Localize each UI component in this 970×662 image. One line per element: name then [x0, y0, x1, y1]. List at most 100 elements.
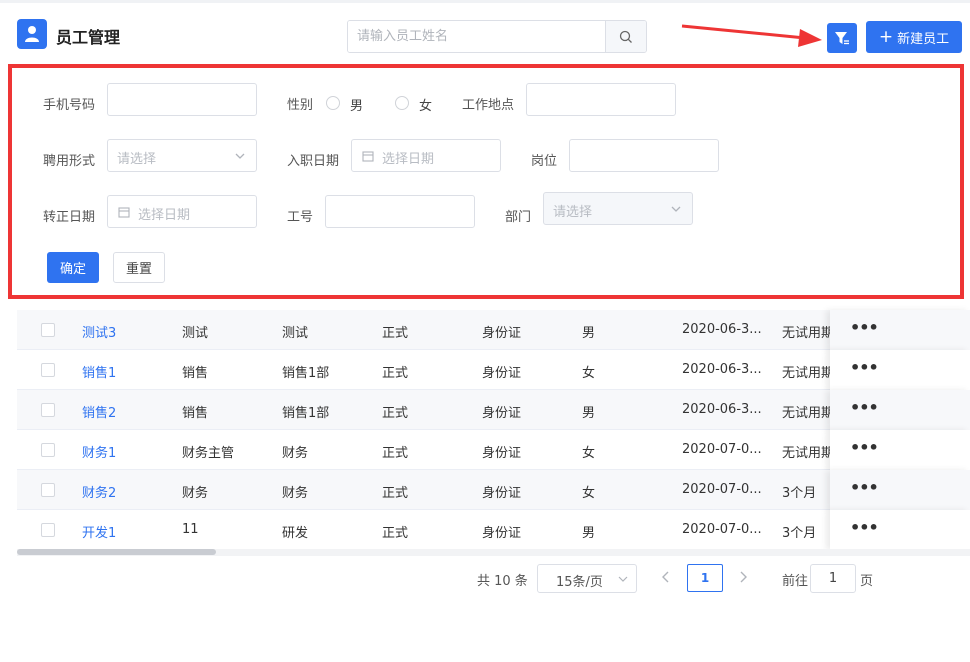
position-cell: 财务主管 — [182, 446, 235, 461]
id-type-cell: 身份证 — [482, 326, 522, 341]
horizontal-scrollbar-thumb[interactable] — [17, 549, 216, 555]
row-checkbox[interactable] — [41, 323, 55, 337]
plus-icon: + — [878, 26, 894, 47]
position-cell: 测试 — [182, 326, 209, 341]
chevron-down-icon — [235, 153, 245, 159]
probation-cell: 3个月 — [782, 486, 817, 501]
page-number-current[interactable]: 1 — [687, 564, 723, 592]
chevron-down-icon — [618, 576, 628, 582]
row-actions: ••• — [830, 470, 970, 510]
regular-date-picker[interactable]: 选择日期 — [107, 195, 257, 228]
department-cell: 测试 — [282, 326, 309, 341]
hire-form-label: 聘用形式 — [43, 154, 96, 169]
search-input[interactable] — [348, 21, 605, 52]
id-type-cell: 身份证 — [482, 406, 522, 421]
join-date-placeholder: 选择日期 — [382, 152, 435, 167]
table-row: 财务1 财务主管 财务 正式 身份证 女 2020-07-0... 无试用期 ••• — [17, 430, 970, 470]
filter-toggle-button[interactable] — [827, 23, 857, 53]
page-size-value: 15条/页 — [556, 575, 603, 590]
more-actions-icon[interactable]: ••• — [850, 478, 879, 497]
department-cell: 研发 — [282, 526, 309, 541]
employee-name-link[interactable]: 销售1 — [82, 362, 116, 381]
regular-date-label: 转正日期 — [43, 210, 96, 225]
hire-form-cell: 正式 — [382, 486, 409, 501]
employee-name-link[interactable]: 开发1 — [82, 522, 116, 541]
gender-cell: 女 — [582, 446, 596, 461]
employee-name-link[interactable]: 测试3 — [82, 322, 116, 341]
position-cell: 11 — [182, 522, 199, 537]
prev-page-icon[interactable] — [661, 570, 671, 584]
row-checkbox[interactable] — [41, 403, 55, 417]
row-checkbox[interactable] — [41, 523, 55, 537]
goto-page-input[interactable] — [810, 564, 856, 593]
phone-input[interactable] — [107, 83, 257, 116]
position-input[interactable] — [569, 139, 719, 172]
row-checkbox[interactable] — [41, 443, 55, 457]
gender-cell: 男 — [582, 526, 596, 541]
more-actions-icon[interactable]: ••• — [850, 518, 879, 537]
confirm-button[interactable]: 确定 — [47, 252, 99, 283]
search-button[interactable] — [605, 21, 646, 52]
location-input[interactable] — [526, 83, 676, 116]
hire-form-cell: 正式 — [382, 406, 409, 421]
department-select[interactable]: 请选择 — [543, 192, 693, 225]
row-checkbox[interactable] — [41, 363, 55, 377]
table-row: 财务2 财务 财务 正式 身份证 女 2020-07-0... 3个月 ••• — [17, 470, 970, 510]
department-cell: 销售1部 — [282, 366, 330, 381]
page-suffix-label: 页 — [860, 574, 874, 589]
phone-label: 手机号码 — [43, 98, 96, 113]
position-cell: 销售 — [182, 366, 209, 381]
table-row: 销售2 销售 销售1部 正式 身份证 男 2020-06-3... 无试用期 ••• — [17, 390, 970, 430]
table-row: 测试3 测试 测试 正式 身份证 男 2020-06-3... 无试用期 ••• — [17, 310, 970, 350]
hire-form-cell: 正式 — [382, 366, 409, 381]
id-type-cell: 身份证 — [482, 446, 522, 461]
join-date-label: 入职日期 — [287, 154, 340, 169]
hire-form-select[interactable]: 请选择 — [107, 139, 257, 172]
employee-no-input[interactable] — [325, 195, 475, 228]
join-date-picker[interactable]: 选择日期 — [351, 139, 501, 172]
more-actions-icon[interactable]: ••• — [850, 318, 879, 337]
gender-male-radio[interactable] — [326, 96, 340, 110]
id-type-cell: 身份证 — [482, 366, 522, 381]
gender-male-label: 男 — [350, 99, 364, 114]
calendar-icon — [362, 151, 374, 162]
probation-cell: 无试用期 — [782, 366, 830, 381]
next-page-icon[interactable] — [738, 570, 748, 584]
more-actions-icon[interactable]: ••• — [850, 438, 879, 457]
row-checkbox[interactable] — [41, 483, 55, 497]
reset-button[interactable]: 重置 — [113, 252, 165, 283]
position-cell: 财务 — [182, 486, 209, 501]
table-row: 销售1 销售 销售1部 正式 身份证 女 2020-06-3... 无试用期 ••• — [17, 350, 970, 390]
annotation-arrow — [681, 24, 822, 47]
gender-cell: 男 — [582, 406, 596, 421]
table-row: 开发1 11 研发 正式 身份证 男 2020-07-0... 3个月 ••• — [17, 510, 970, 550]
more-actions-icon[interactable]: ••• — [850, 398, 879, 417]
row-actions: ••• — [830, 390, 970, 430]
location-label: 工作地点 — [462, 98, 515, 113]
join-date-cell: 2020-07-0... — [682, 482, 762, 497]
page-title: 员工管理 — [56, 28, 121, 47]
more-actions-icon[interactable]: ••• — [850, 358, 879, 377]
department-placeholder: 请选择 — [553, 205, 593, 220]
employee-name-link[interactable]: 财务2 — [82, 482, 116, 501]
user-icon — [17, 19, 47, 49]
new-employee-button[interactable]: + 新建员工 — [866, 21, 962, 53]
gender-cell: 女 — [582, 366, 596, 381]
gender-label: 性别 — [287, 98, 314, 113]
id-type-cell: 身份证 — [482, 486, 522, 501]
id-type-cell: 身份证 — [482, 526, 522, 541]
gender-female-radio[interactable] — [395, 96, 409, 110]
page-size-select[interactable]: 15条/页 — [537, 564, 637, 593]
hire-form-cell: 正式 — [382, 326, 409, 341]
filter-icon — [835, 32, 849, 45]
pagination-total: 共 10 条 — [477, 574, 528, 589]
employee-name-link[interactable]: 销售2 — [82, 402, 116, 421]
gender-cell: 女 — [582, 486, 596, 501]
search-box — [347, 20, 647, 53]
employee-no-label: 工号 — [287, 210, 314, 225]
row-actions: ••• — [830, 510, 970, 550]
chevron-down-icon — [671, 206, 681, 212]
join-date-cell: 2020-07-0... — [682, 522, 762, 537]
probation-cell: 3个月 — [782, 526, 817, 541]
employee-name-link[interactable]: 财务1 — [82, 442, 116, 461]
